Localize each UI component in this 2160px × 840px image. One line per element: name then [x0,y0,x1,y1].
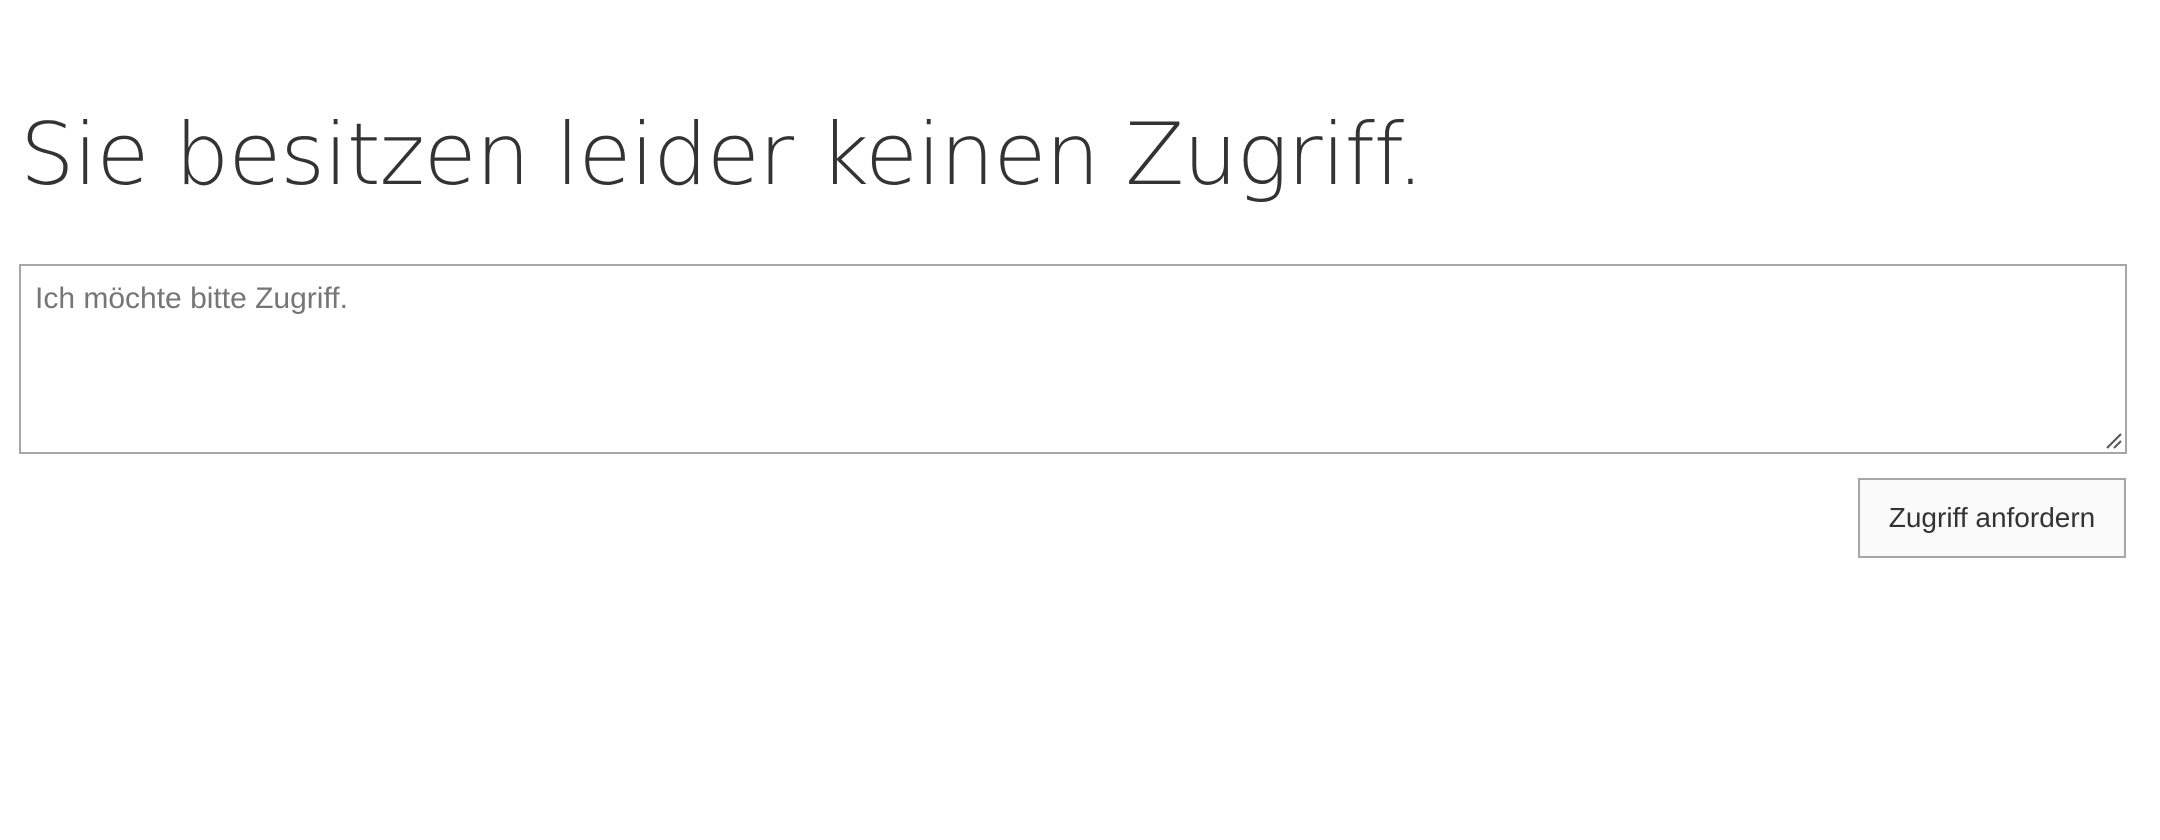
resize-handle-icon[interactable] [2103,430,2123,450]
access-denied-page: Sie besitzen leider keinen Zugriff. Zugr… [0,0,2160,840]
request-access-button[interactable]: Zugriff anfordern [1858,478,2126,558]
request-message-container [19,264,2127,454]
request-message-textarea[interactable] [19,264,2127,454]
page-title: Sie besitzen leider keinen Zugriff. [20,105,1424,205]
